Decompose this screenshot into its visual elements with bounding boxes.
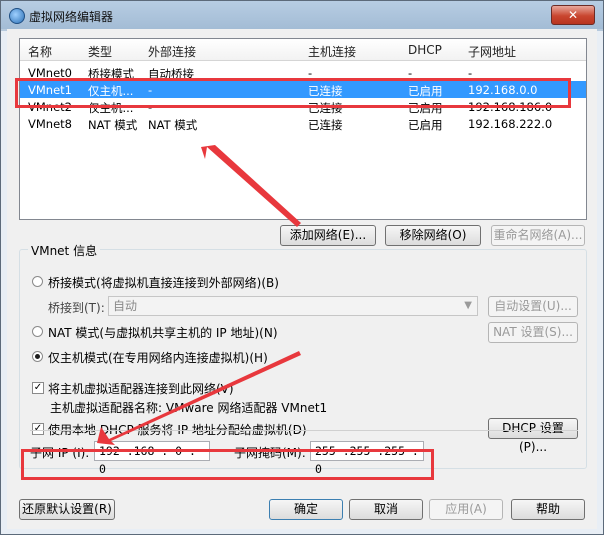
virtual-network-editor-window: 虚拟网络编辑器 ✕ 名称 类型 外部连接 主机连接 DHCP 子网地址 VMne… (0, 0, 604, 535)
annotation-arrows (97, 145, 301, 445)
arrow-to-dhcp (97, 351, 301, 445)
arrow-to-vmnet1 (201, 145, 301, 227)
